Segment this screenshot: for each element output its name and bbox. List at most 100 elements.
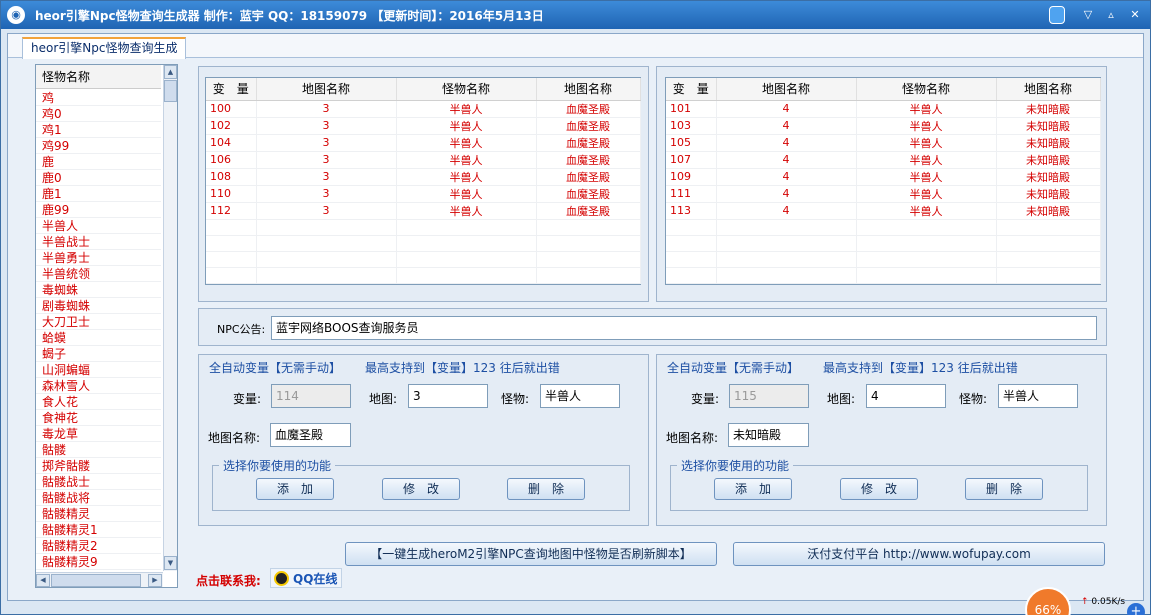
column-header[interactable]: 地图名称 [716, 78, 857, 101]
edit-button[interactable]: 修 改 [840, 478, 918, 500]
list-item[interactable]: 掷斧骷髅 [36, 458, 161, 474]
list-item[interactable]: 骷髅战将 [36, 490, 161, 506]
delete-button[interactable]: 删 除 [507, 478, 585, 500]
table-row[interactable] [666, 251, 1101, 268]
scroll-right-icon[interactable]: ▶ [148, 574, 162, 587]
list-item[interactable]: 半兽统领 [36, 266, 161, 282]
list-item[interactable]: 骷髅精灵2 [36, 538, 161, 554]
list-item[interactable]: 骷髅战士 [36, 474, 161, 490]
npc-notice-input[interactable]: 蓝宇网络BOOS查询服务员 [271, 316, 1097, 340]
table-row[interactable]: 105 4 半兽人 未知暗殿 [666, 134, 1101, 152]
table-row[interactable] [206, 219, 641, 236]
grid-left[interactable]: 变 量地图名称 怪物名称 地图名称 100 3 半兽人 血魔圣殿 102 3 半兽人 血魔圣殿 10… [205, 77, 641, 285]
app-icon[interactable]: ◉ [7, 6, 25, 24]
column-header[interactable]: 变 量 [666, 78, 717, 101]
scroll-up-icon[interactable]: ▲ [164, 65, 177, 79]
map-name-input[interactable]: 未知暗殿 [728, 423, 809, 447]
list-item[interactable]: 骷髅精灵 [36, 506, 161, 522]
column-header[interactable]: 怪物名称 [396, 78, 537, 101]
table-row[interactable]: 108 3 半兽人 血魔圣殿 [206, 168, 641, 186]
delete-button[interactable]: 删 除 [965, 478, 1043, 500]
add-button[interactable]: 添 加 [256, 478, 334, 500]
list-item[interactable]: 剧毒蜘蛛 [36, 298, 161, 314]
column-header[interactable]: 怪物名称 [856, 78, 997, 101]
variable-input[interactable]: 114 [271, 384, 351, 408]
monster-list[interactable]: 怪物名称 鸡鸡0 鸡1 鸡99 鹿鹿0 鹿1 鹿99 半兽人 半兽战士 半兽勇士 半兽统领 毒蜘蛛剧… [35, 64, 178, 588]
add-button[interactable]: 添 加 [714, 478, 792, 500]
column-header[interactable]: 变 量 [206, 78, 257, 101]
list-item[interactable]: 毒蜘蛛 [36, 282, 161, 298]
edit-button[interactable]: 修 改 [382, 478, 460, 500]
table-row[interactable] [206, 267, 641, 284]
list-item[interactable]: 食人花 [36, 394, 161, 410]
map-input[interactable]: 4 [866, 384, 946, 408]
horizontal-scrollbar[interactable]: ◀ ▶ [36, 572, 163, 587]
column-header[interactable]: 地图名称 [536, 78, 641, 101]
generate-script-button[interactable]: 【一键生成heroM2引擎NPC查询地图中怪物是否刷新脚本】 [345, 542, 717, 566]
list-item[interactable]: 半兽勇士 [36, 250, 161, 266]
list-item[interactable]: 鹿1 [36, 186, 161, 202]
qq-online-link[interactable]: QQ在线 [270, 568, 343, 588]
system-tray-widget[interactable]: 66% ↑ 0.05K/s + [1023, 587, 1150, 615]
vertical-scrollbar[interactable]: ▲ ▼ [163, 65, 177, 571]
monster-input[interactable]: 半兽人 [540, 384, 620, 408]
list-item[interactable]: 半兽人 [36, 218, 161, 234]
table-row[interactable]: 104 3 半兽人 血魔圣殿 [206, 134, 641, 152]
table-cell [536, 219, 641, 236]
table-row[interactable]: 101 4 半兽人 未知暗殿 [666, 100, 1101, 118]
table-row[interactable] [666, 235, 1101, 252]
table-row[interactable]: 113 4 半兽人 未知暗殿 [666, 202, 1101, 220]
list-item[interactable]: 蝎子 [36, 346, 161, 362]
table-row[interactable] [206, 251, 641, 268]
hscroll-thumb[interactable] [51, 574, 141, 587]
table-row[interactable]: 110 3 半兽人 血魔圣殿 [206, 185, 641, 203]
scroll-down-icon[interactable]: ▼ [164, 556, 177, 570]
table-row[interactable] [666, 267, 1101, 284]
list-item[interactable]: 毒龙草 [36, 426, 161, 442]
table-row[interactable]: 109 4 半兽人 未知暗殿 [666, 168, 1101, 186]
table-row[interactable]: 107 4 半兽人 未知暗殿 [666, 151, 1101, 169]
list-item[interactable]: 骷髅精灵1 [36, 522, 161, 538]
list-item[interactable]: 鹿0 [36, 170, 161, 186]
table-row[interactable]: 112 3 半兽人 血魔圣殿 [206, 202, 641, 220]
list-item[interactable]: 山洞蝙蝠 [36, 362, 161, 378]
map-input[interactable]: 3 [408, 384, 488, 408]
table-row[interactable]: 111 4 半兽人 未知暗殿 [666, 185, 1101, 203]
list-item[interactable]: 鹿 [36, 154, 161, 170]
close-icon[interactable]: ✕ [1126, 7, 1144, 23]
table-row[interactable]: 100 3 半兽人 血魔圣殿 [206, 100, 641, 118]
skin-icon[interactable] [1049, 6, 1065, 24]
monster-input[interactable]: 半兽人 [998, 384, 1078, 408]
list-item[interactable]: 骷髅 [36, 442, 161, 458]
payment-platform-button[interactable]: 沃付支付平台 http://www.wofupay.com [733, 542, 1105, 566]
minimize-icon[interactable]: ▽ [1079, 7, 1097, 23]
column-header[interactable]: 地图名称 [996, 78, 1101, 101]
table-row[interactable]: 103 4 半兽人 未知暗殿 [666, 117, 1101, 135]
list-item[interactable]: 鸡99 [36, 138, 161, 154]
table-row[interactable] [206, 235, 641, 252]
list-item[interactable]: 蛤蟆 [36, 330, 161, 346]
plus-icon[interactable]: + [1127, 603, 1145, 615]
list-item[interactable]: 骷髅精灵9 [36, 554, 161, 570]
scroll-left-icon[interactable]: ◀ [36, 574, 50, 587]
map-name-input[interactable]: 血魔圣殿 [270, 423, 351, 447]
title-bar[interactable]: ◉ heor引擎Npc怪物查询生成器 制作：蓝宇 QQ：18159079 【更新… [1, 1, 1150, 29]
list-item[interactable]: 食神花 [36, 410, 161, 426]
table-row[interactable]: 102 3 半兽人 血魔圣殿 [206, 117, 641, 135]
table-row[interactable] [666, 219, 1101, 236]
column-header[interactable]: 地图名称 [256, 78, 397, 101]
restore-icon[interactable]: ▵ [1102, 7, 1120, 23]
scroll-thumb[interactable] [164, 80, 177, 102]
tab-monster-query[interactable]: heor引擎Npc怪物查询生成 [22, 37, 187, 59]
variable-input[interactable]: 115 [729, 384, 809, 408]
table-row[interactable]: 106 3 半兽人 血魔圣殿 [206, 151, 641, 169]
list-item[interactable]: 鸡0 [36, 106, 161, 122]
list-item[interactable]: 鹿99 [36, 202, 161, 218]
list-item[interactable]: 森林雪人 [36, 378, 161, 394]
list-item[interactable]: 鸡 [36, 90, 161, 106]
grid-right[interactable]: 变 量地图名称 怪物名称 地图名称 101 4 半兽人 未知暗殿 103 4 半兽人 未知暗殿 10… [665, 77, 1101, 285]
list-item[interactable]: 半兽战士 [36, 234, 161, 250]
memory-usage-badge[interactable]: 66% [1025, 587, 1071, 615]
list-item[interactable]: 大刀卫士 [36, 314, 161, 330]
list-item[interactable]: 鸡1 [36, 122, 161, 138]
